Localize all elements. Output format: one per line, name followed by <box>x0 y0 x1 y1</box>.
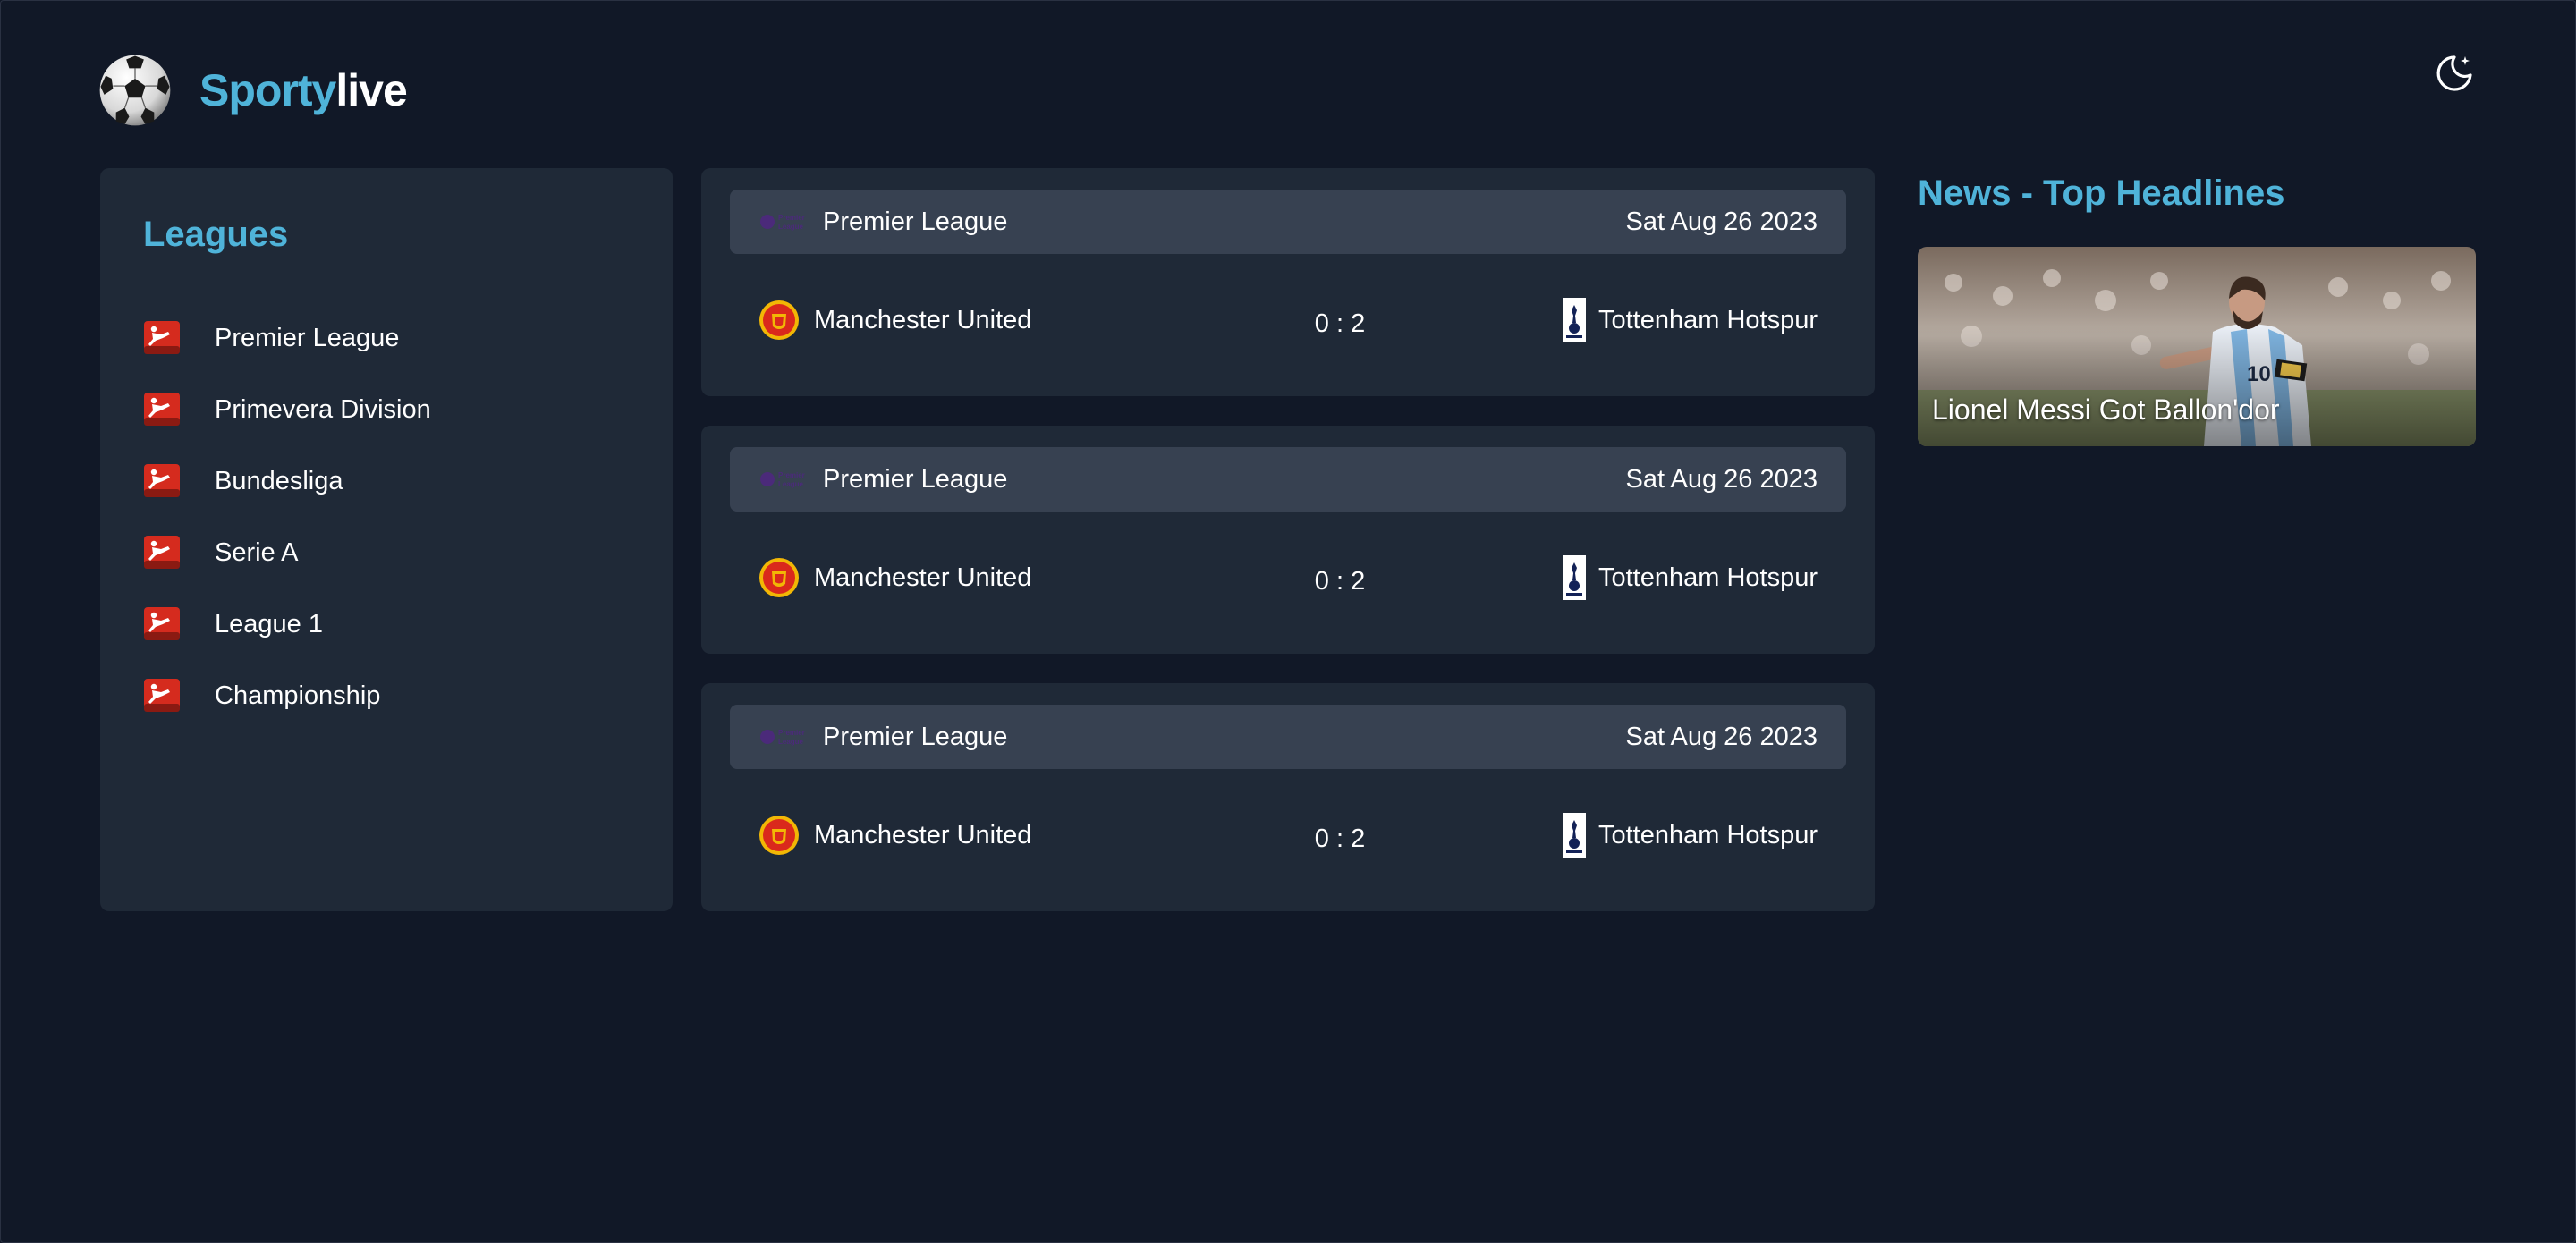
league-flag-icon <box>144 464 180 497</box>
match-header: Premier League Premier League Sat Aug 26… <box>730 447 1846 512</box>
match-score: 0 : 2 <box>1314 566 1366 596</box>
svg-text:League: League <box>778 223 804 231</box>
brand-part-sporty: Sporty <box>199 65 336 115</box>
match-league-name: Premier League <box>823 207 1008 236</box>
manchester-united-crest-icon <box>759 300 799 340</box>
match-header: Premier League Premier League Sat Aug 26… <box>730 190 1846 254</box>
leagues-panel: Leagues Premier League Primevera Divisio… <box>100 168 673 911</box>
svg-text:Premier: Premier <box>778 214 805 222</box>
svg-text:Premier: Premier <box>778 471 805 479</box>
news-title: News - Top Headlines <box>1918 173 2285 213</box>
match-header: Premier League Premier League Sat Aug 26… <box>730 705 1846 769</box>
match-date: Sat Aug 26 2023 <box>1625 464 1818 494</box>
match-card[interactable]: Premier League Premier League Sat Aug 26… <box>701 683 1875 911</box>
match-date: Sat Aug 26 2023 <box>1625 207 1818 236</box>
league-list: Premier League Primevera Division Bundes… <box>143 302 431 731</box>
league-flag-icon <box>144 536 180 569</box>
home-team-name: Manchester United <box>814 562 1032 592</box>
away-team-name: Tottenham Hotspur <box>1597 305 1818 334</box>
league-flag-icon <box>144 679 180 712</box>
league-item-premier-league[interactable]: Premier League <box>143 302 431 374</box>
league-flag-icon <box>144 321 180 354</box>
tottenham-hotspur-crest-icon <box>1562 813 1586 858</box>
brand-part-live: live <box>335 65 407 115</box>
tottenham-hotspur-crest-icon <box>1562 298 1586 342</box>
home-team[interactable]: Manchester United <box>758 298 1259 342</box>
home-team[interactable]: Manchester United <box>758 813 1259 858</box>
match-league-name: Premier League <box>823 722 1008 751</box>
away-team[interactable]: Tottenham Hotspur <box>1420 298 1818 342</box>
home-team-name: Manchester United <box>814 820 1032 850</box>
svg-text:League: League <box>778 480 804 488</box>
brand-logo[interactable]: Sportylive <box>199 63 408 118</box>
soccer-ball-icon <box>99 55 171 126</box>
tottenham-hotspur-crest-icon <box>1562 555 1586 600</box>
match-row: Manchester United 0 : 2 Tottenham Hotspu… <box>730 533 1846 622</box>
away-team-name: Tottenham Hotspur <box>1597 562 1818 592</box>
league-item-championship[interactable]: Championship <box>143 660 431 731</box>
match-card[interactable]: Premier League Premier League Sat Aug 26… <box>701 168 1875 396</box>
match-card[interactable]: Premier League Premier League Sat Aug 26… <box>701 426 1875 654</box>
moon-icon <box>2436 55 2472 91</box>
match-row: Manchester United 0 : 2 Tottenham Hotspu… <box>730 791 1846 880</box>
league-item-serie-a[interactable]: Serie A <box>143 517 431 588</box>
leagues-title: Leagues <box>143 215 289 254</box>
away-team[interactable]: Tottenham Hotspur <box>1420 813 1818 858</box>
league-item-label: Primevera Division <box>215 394 431 424</box>
league-item-label: League 1 <box>215 609 323 638</box>
league-item-primevera-division[interactable]: Primevera Division <box>143 374 431 445</box>
league-item-bundesliga[interactable]: Bundesliga <box>143 445 431 517</box>
match-row: Manchester United 0 : 2 Tottenham Hotspu… <box>730 275 1846 365</box>
home-team[interactable]: Manchester United <box>758 555 1259 600</box>
match-list: Premier League Premier League Sat Aug 26… <box>701 168 1875 941</box>
news-card[interactable]: 10 Lionel Messi Got Ballon'dor <box>1918 247 2476 446</box>
manchester-united-crest-icon <box>759 816 799 855</box>
svg-text:Premier: Premier <box>778 729 805 737</box>
premier-league-logo-icon: Premier League <box>760 471 805 488</box>
away-team[interactable]: Tottenham Hotspur <box>1420 555 1818 600</box>
match-date: Sat Aug 26 2023 <box>1625 722 1818 751</box>
league-item-label: Championship <box>215 681 381 710</box>
premier-league-logo-icon: Premier League <box>760 729 805 746</box>
premier-league-logo-icon: Premier League <box>760 214 805 231</box>
manchester-united-crest-icon <box>759 558 799 597</box>
league-item-label: Bundesliga <box>215 466 343 495</box>
match-score: 0 : 2 <box>1314 309 1366 338</box>
home-team-name: Manchester United <box>814 305 1032 334</box>
news-headline: Lionel Messi Got Ballon'dor <box>1932 393 2280 426</box>
league-flag-icon <box>144 393 180 426</box>
match-league-name: Premier League <box>823 464 1008 494</box>
match-score: 0 : 2 <box>1314 824 1366 853</box>
league-item-league-1[interactable]: League 1 <box>143 588 431 660</box>
league-flag-icon <box>144 607 180 640</box>
league-item-label: Serie A <box>215 537 299 567</box>
league-item-label: Premier League <box>215 323 400 352</box>
away-team-name: Tottenham Hotspur <box>1597 820 1818 850</box>
svg-text:League: League <box>778 738 804 746</box>
theme-toggle-button[interactable] <box>2431 50 2478 97</box>
